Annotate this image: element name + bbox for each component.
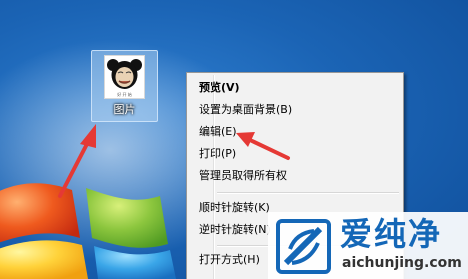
watermark-title: 爱纯净 (340, 215, 443, 253)
menu-item-preview[interactable]: 预览(V) (189, 77, 401, 99)
image-file-icon[interactable]: 好 开 始 图片 (91, 50, 158, 122)
panda-meme-thumbnail: 好 开 始 (104, 55, 145, 99)
logo-mark-icon (276, 219, 331, 274)
menu-item-take-ownership[interactable]: 管理员取得所有权 (189, 165, 401, 187)
menu-separator (217, 192, 399, 194)
file-label: 图片 (113, 103, 136, 116)
thumbnail-caption: 好 开 始 (117, 92, 132, 97)
menu-item-edit[interactable]: 编辑(E) (189, 121, 401, 143)
menu-item-print[interactable]: 打印(P) (189, 143, 401, 165)
watermark-logo: 爱纯净 aichunjing.com (268, 212, 468, 279)
desktop: 好 开 始 图片 预览(V) 设置为桌面背景(B) 编辑(E) 打印(P) 管理… (0, 0, 468, 279)
menu-item-set-desktop-background[interactable]: 设置为桌面背景(B) (189, 99, 401, 121)
watermark-url: aichunjing.com (342, 255, 462, 271)
